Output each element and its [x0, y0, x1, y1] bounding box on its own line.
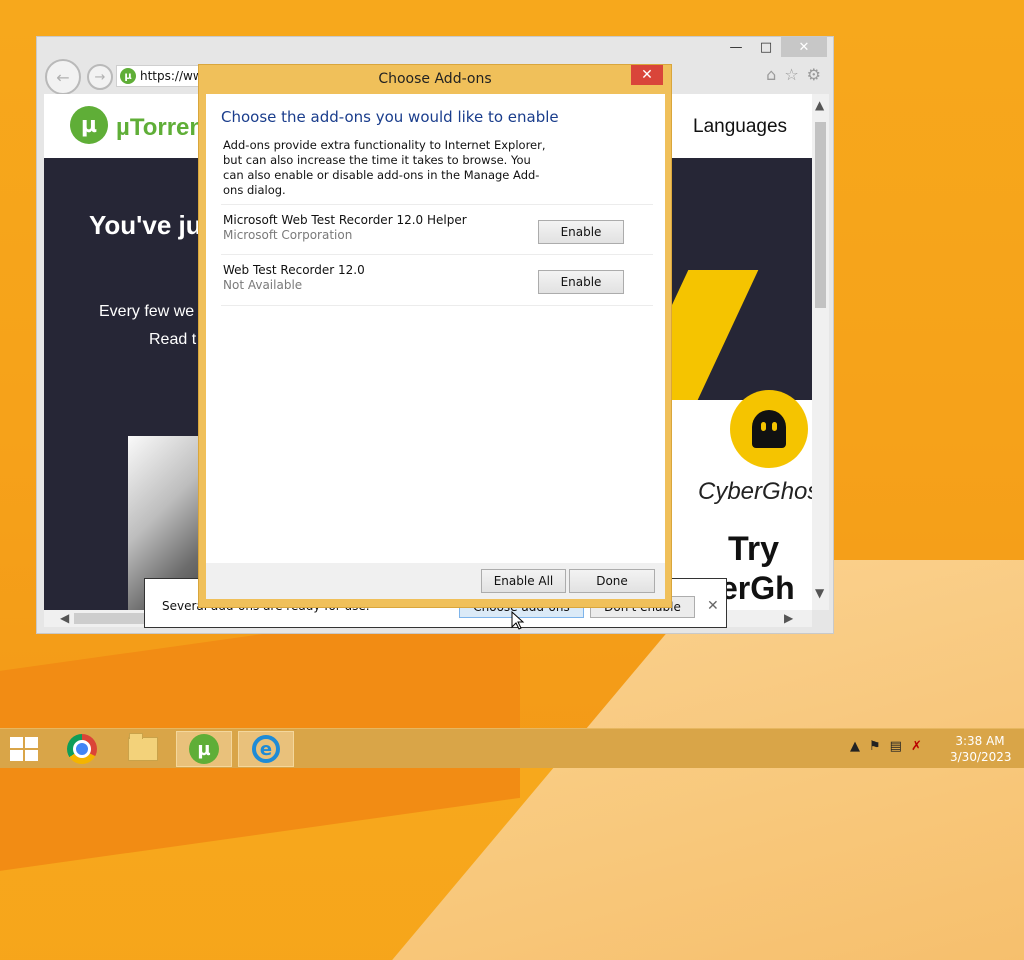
- ad-brand-text: CyberGhos: [698, 478, 812, 505]
- cyberghost-ad[interactable]: CyberGhos Try erGh: [668, 270, 812, 610]
- enable-button[interactable]: Enable: [538, 220, 624, 244]
- scroll-up-icon[interactable]: ▲: [815, 98, 824, 112]
- done-button[interactable]: Done: [569, 569, 655, 593]
- address-bar[interactable]: µ https://ww: [116, 65, 206, 87]
- vertical-scrollbar[interactable]: ▲ ▼: [812, 94, 829, 610]
- chrome-icon: [67, 734, 97, 764]
- back-button[interactable]: ←: [45, 59, 81, 95]
- folder-icon: [128, 733, 158, 761]
- utorrent-icon: µ: [189, 734, 219, 764]
- dialog-footer: Enable All Done: [206, 563, 665, 599]
- utorrent-logo-icon[interactable]: µ: [70, 106, 108, 144]
- window-controls: — □ ✕: [721, 37, 827, 57]
- network-icon[interactable]: ▤: [890, 739, 902, 754]
- choose-addons-dialog: Choose Add-ons ✕ Choose the add-ons you …: [198, 64, 672, 608]
- addon-name: Microsoft Web Test Recorder 12.0 Helper: [223, 213, 467, 227]
- settings-gear-icon[interactable]: ⚙: [807, 65, 821, 84]
- clock[interactable]: 3:38 AM 3/30/2023: [950, 733, 1012, 765]
- clock-time: 3:38 AM: [955, 734, 1005, 748]
- ad-try-text: Try: [728, 530, 780, 568]
- favorites-star-icon[interactable]: ☆: [784, 65, 798, 84]
- taskbar-chrome[interactable]: [54, 731, 110, 767]
- taskbar-file-explorer[interactable]: [115, 731, 171, 767]
- toolbar-icons: ⌂ ☆ ⚙: [766, 65, 821, 84]
- system-tray: ▲ ⚑ ▤ ✗: [850, 739, 922, 754]
- maximize-button[interactable]: □: [751, 37, 781, 57]
- mouse-pointer-icon: [511, 611, 525, 630]
- taskbar-utorrent[interactable]: µ: [176, 731, 232, 767]
- hero-text-line: Read t: [149, 331, 197, 348]
- clock-date: 3/30/2023: [950, 750, 1012, 764]
- enable-all-button[interactable]: Enable All: [481, 569, 566, 593]
- taskbar-internet-explorer[interactable]: e: [238, 731, 294, 767]
- scroll-right-icon[interactable]: ▶: [784, 611, 793, 625]
- dialog-close-button[interactable]: ✕: [631, 65, 663, 85]
- utorrent-favicon-icon: µ: [120, 68, 136, 84]
- hero-title: You've ju: [89, 210, 202, 240]
- languages-link[interactable]: Languages: [693, 116, 787, 138]
- addon-row: Web Test Recorder 12.0 Not Available Ena…: [221, 254, 653, 306]
- addon-publisher: Not Available: [223, 278, 303, 292]
- minimize-button[interactable]: —: [721, 37, 751, 57]
- addon-name: Web Test Recorder 12.0: [223, 263, 365, 277]
- dialog-title: Choose Add-ons: [378, 71, 492, 87]
- dialog-heading: Choose the add-ons you would like to ena…: [221, 108, 559, 126]
- ad-brand-tail: erGh: [720, 570, 795, 606]
- forward-button[interactable]: →: [87, 64, 113, 90]
- close-icon[interactable]: ✕: [707, 598, 719, 614]
- addon-row: Microsoft Web Test Recorder 12.0 Helper …: [221, 204, 653, 255]
- taskbar: µ e ▲ ⚑ ▤ ✗ 3:38 AM 3/30/2023: [0, 728, 1024, 768]
- home-icon[interactable]: ⌂: [766, 65, 776, 84]
- internet-explorer-icon: e: [252, 735, 280, 763]
- scroll-thumb[interactable]: [815, 122, 826, 308]
- show-hidden-icons-icon[interactable]: ▲: [850, 739, 860, 754]
- close-window-button[interactable]: ✕: [781, 37, 827, 57]
- hero-text-line: Every few we: [99, 303, 195, 320]
- dialog-body: Choose the add-ons you would like to ena…: [206, 94, 665, 563]
- ghost-logo-icon: [730, 390, 808, 468]
- scroll-down-icon[interactable]: ▼: [815, 586, 824, 600]
- address-text: https://ww: [140, 69, 203, 83]
- volume-muted-icon[interactable]: ✗: [911, 739, 922, 754]
- action-center-flag-icon[interactable]: ⚑: [869, 739, 881, 754]
- enable-button[interactable]: Enable: [538, 270, 624, 294]
- dialog-description: Add-ons provide extra functionality to I…: [223, 138, 546, 197]
- addon-publisher: Microsoft Corporation: [223, 228, 353, 242]
- scroll-left-icon[interactable]: ◀: [60, 611, 69, 625]
- start-button-windows-icon[interactable]: [10, 737, 38, 761]
